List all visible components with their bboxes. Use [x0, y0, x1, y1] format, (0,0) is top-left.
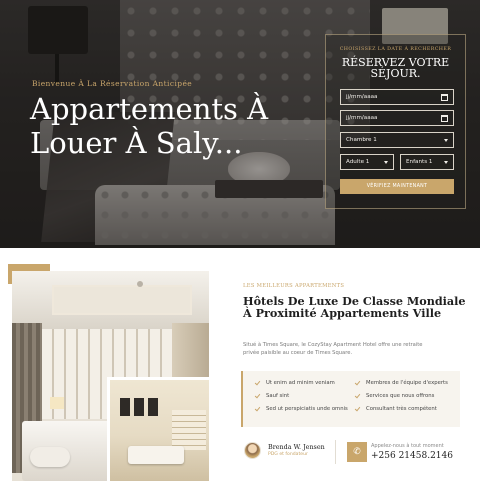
author-block: Brenda W. Jensen PDG et fondateur	[244, 442, 325, 459]
section-eyebrow: LES MEILLEURS APPARTEMENTS	[243, 283, 345, 289]
phone-icon: ✆	[353, 446, 361, 457]
avatar	[244, 442, 261, 459]
booking-kicker: CHOISISSEZ LA DATE À RECHERCHER	[339, 47, 452, 52]
feature-item: Sed ut perspiciatis unde omnis	[255, 406, 348, 412]
photo-lamp	[50, 397, 64, 409]
checkin-date-text: jj/mm/aaaa	[346, 94, 378, 100]
feature-label: Consultant très compétent	[366, 406, 437, 412]
check-icon	[255, 380, 261, 386]
section-heading: Hôtels De Luxe De Classe Mondiale À Prox…	[243, 294, 466, 320]
checkout-date-field[interactable]: jj/mm/aaaa	[340, 110, 454, 126]
author-role: PDG et fondateur	[268, 452, 308, 457]
apartment-photo	[12, 271, 209, 481]
call-label: Appelez-nous à tout moment	[371, 443, 444, 449]
living-room-inset-photo	[107, 377, 209, 481]
photo-sofa	[128, 446, 184, 464]
feature-label: Services que nous offrons	[366, 393, 435, 399]
hero-title: Appartements À Louer À Saly...	[30, 92, 269, 160]
checkin-date-field[interactable]: jj/mm/aaaa	[340, 89, 454, 105]
room-select-value: Chambre 1	[346, 137, 377, 143]
contact-divider	[335, 440, 336, 464]
call-button[interactable]: ✆	[347, 442, 367, 462]
calendar-icon[interactable]	[441, 114, 448, 122]
chevron-down-icon	[444, 138, 448, 142]
author-name: Brenda W. Jensen	[268, 443, 325, 451]
adults-select[interactable]: Adulte 1	[340, 154, 394, 170]
feature-label: Sauf sint	[266, 393, 290, 399]
feature-label: Ut enim ad minim veniam	[266, 380, 335, 386]
feature-label: Membres de l'équipe d'experts	[366, 380, 448, 386]
section-description: Situé à Times Square, le CozyStay Apartm…	[243, 342, 423, 356]
chevron-down-icon	[384, 160, 388, 164]
children-select[interactable]: Enfants 1	[400, 154, 454, 170]
adults-select-value: Adulte 1	[346, 159, 370, 165]
photo-ceiling-cove	[52, 285, 192, 315]
chevron-down-icon	[444, 160, 448, 164]
call-number-link[interactable]: +256 21458.2146	[371, 451, 453, 461]
feature-label: Sed ut perspiciatis unde omnis	[266, 406, 348, 412]
photo-staircase	[172, 410, 206, 450]
children-select-value: Enfants 1	[406, 159, 433, 165]
check-icon	[255, 406, 261, 412]
booking-form: CHOISISSEZ LA DATE À RECHERCHER RÉSERVEZ…	[325, 34, 466, 209]
photo-wall-frame	[120, 398, 130, 416]
feature-item: Ut enim ad minim veniam	[255, 380, 335, 386]
calendar-icon[interactable]	[441, 93, 448, 101]
checkout-date-text: jj/mm/aaaa	[346, 115, 378, 121]
hero-section: Bienvenue À La Réservation Anticipée App…	[0, 0, 480, 248]
hero-welcome-text: Bienvenue À La Réservation Anticipée	[32, 79, 193, 88]
check-icon	[355, 380, 361, 386]
photo-spotlight	[137, 281, 143, 287]
check-icon	[255, 393, 261, 399]
check-icon	[355, 393, 361, 399]
features-list: Ut enim ad minim veniam Membres de l'équ…	[241, 371, 460, 427]
room-select[interactable]: Chambre 1	[340, 132, 454, 148]
booking-title: RÉSERVEZ VOTRE SÉJOUR.	[341, 56, 450, 80]
check-icon	[355, 406, 361, 412]
feature-item: Consultant très compétent	[355, 406, 437, 412]
check-availability-button[interactable]: VÉRIFIEZ MAINTENANT	[340, 179, 454, 194]
photo-wall-frame	[148, 398, 158, 416]
feature-item: Services que nous offrons	[355, 393, 434, 399]
photo-wall-frame	[134, 398, 144, 416]
feature-item: Membres de l'équipe d'experts	[355, 380, 448, 386]
feature-item: Sauf sint	[255, 393, 289, 399]
photo-pillow	[30, 447, 70, 467]
